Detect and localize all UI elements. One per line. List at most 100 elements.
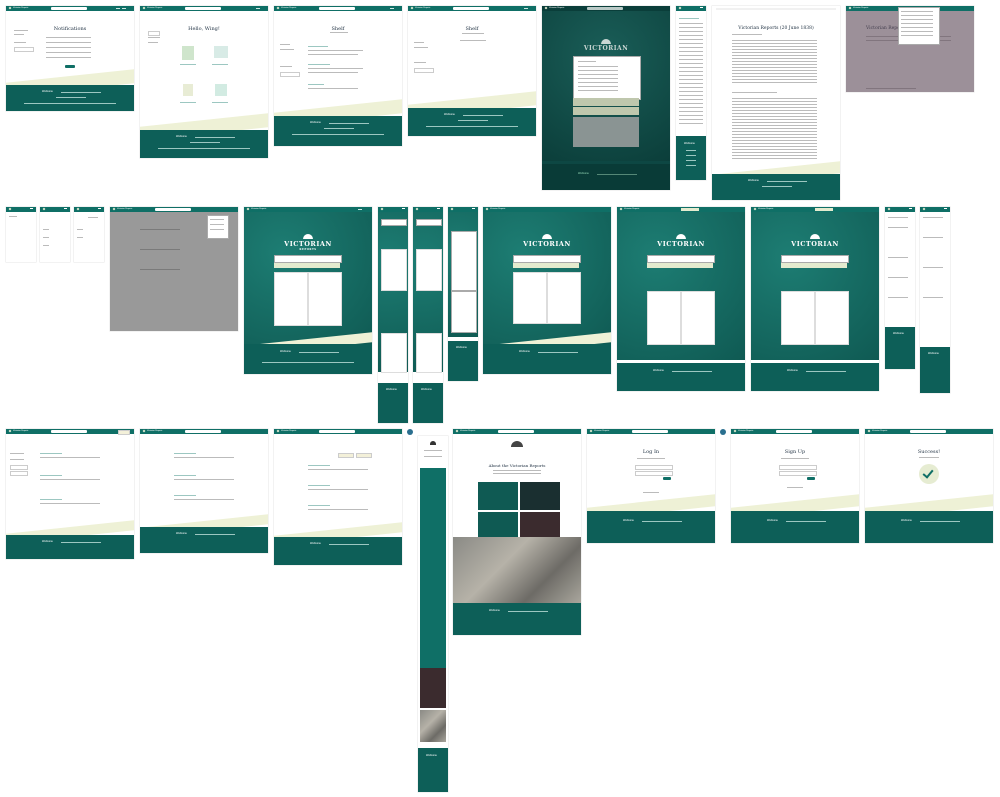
search-input[interactable]: [184, 7, 221, 10]
modal-list-item[interactable]: [578, 74, 618, 75]
search-input[interactable]: [497, 430, 534, 433]
result-title[interactable]: [40, 475, 62, 476]
brand-name[interactable]: Victorian Reports: [738, 430, 753, 433]
menu-item[interactable]: [43, 245, 49, 246]
list-item[interactable]: [888, 217, 908, 218]
hamburger-icon[interactable]: [909, 208, 912, 213]
menu-item[interactable]: [77, 237, 83, 238]
menu-item[interactable]: [9, 216, 17, 217]
dropdown-item[interactable]: [901, 15, 933, 16]
search-input[interactable]: [381, 219, 407, 226]
notification-row[interactable]: [46, 47, 91, 48]
modal-list-item[interactable]: [578, 70, 618, 71]
footer-links[interactable]: [299, 352, 339, 353]
brand-name[interactable]: Victorian Reports: [13, 7, 28, 10]
footer-links[interactable]: [329, 123, 369, 124]
brand-name[interactable]: Victorian Reports: [281, 430, 296, 433]
list-item[interactable]: [888, 227, 908, 228]
result-title[interactable]: [308, 46, 328, 47]
notification-row[interactable]: [46, 37, 91, 38]
publisher-logo[interactable]: Wellcome: [310, 542, 321, 545]
publisher-logo[interactable]: Wellcome: [623, 519, 634, 522]
brand-name[interactable]: Victorian Reports: [251, 208, 266, 211]
result-title[interactable]: [174, 495, 196, 496]
sidebar-item[interactable]: [280, 66, 292, 67]
hamburger-icon[interactable]: [30, 208, 33, 213]
footer-links[interactable]: [329, 544, 369, 545]
footer-link[interactable]: [686, 160, 696, 161]
dropdown-item[interactable]: [210, 224, 224, 225]
gear-icon[interactable]: [720, 429, 726, 435]
login-link[interactable]: [787, 487, 803, 488]
footer-links[interactable]: [597, 174, 637, 175]
name-field[interactable]: [779, 465, 817, 470]
modal-list-item[interactable]: [578, 66, 618, 67]
filter-row[interactable]: [781, 263, 847, 268]
footer-links[interactable]: [786, 521, 826, 522]
user-menu[interactable]: [118, 430, 130, 435]
search-input[interactable]: [318, 430, 355, 433]
modal-dialog[interactable]: [573, 56, 641, 100]
search-input[interactable]: [452, 7, 489, 10]
brand-name[interactable]: Victorian Reports: [758, 208, 773, 211]
modal-list-item[interactable]: [578, 90, 618, 91]
publisher-logo[interactable]: Wellcome: [653, 369, 664, 372]
modal-list-item[interactable]: [578, 86, 618, 87]
search-input[interactable]: [909, 430, 946, 433]
search-input[interactable]: [274, 255, 342, 263]
publisher-logo[interactable]: Wellcome: [176, 532, 187, 535]
nav-link[interactable]: [116, 8, 120, 9]
result-title[interactable]: [308, 64, 330, 65]
publisher-logo[interactable]: Wellcome: [426, 754, 437, 757]
publisher-logo[interactable]: Wellcome: [489, 609, 500, 612]
dropdown-item[interactable]: [901, 11, 933, 12]
sidebar-item[interactable]: [148, 37, 160, 38]
brand-name[interactable]: Victorian Reports: [490, 208, 505, 211]
publisher-logo[interactable]: Wellcome: [280, 350, 291, 353]
footer-links[interactable]: [463, 115, 503, 116]
filter-row[interactable]: [274, 263, 340, 268]
email-field[interactable]: [635, 465, 673, 470]
menu-item[interactable]: [43, 237, 49, 238]
sidebar-item[interactable]: [148, 42, 158, 43]
publisher-logo[interactable]: Wellcome: [386, 388, 397, 391]
email-field[interactable]: [779, 471, 817, 476]
brand-name[interactable]: Victorian Reports: [624, 208, 639, 211]
filter-row[interactable]: [513, 263, 579, 268]
publisher-logo[interactable]: Wellcome: [519, 350, 530, 353]
sidebar-item[interactable]: [414, 42, 424, 43]
footer-link[interactable]: [686, 165, 696, 166]
sidebar-item[interactable]: [14, 30, 28, 31]
search-input[interactable]: [416, 219, 442, 226]
footer-links[interactable]: [195, 137, 235, 138]
result-title[interactable]: [308, 485, 330, 486]
filter-chip[interactable]: [338, 453, 354, 458]
sidebar-item[interactable]: [280, 49, 294, 50]
signup-link[interactable]: [643, 492, 659, 493]
login-button[interactable]: [663, 477, 671, 480]
hamburger-icon[interactable]: [944, 208, 947, 213]
list-item[interactable]: [923, 297, 943, 298]
result-title[interactable]: [308, 465, 330, 466]
nav-link[interactable]: [524, 8, 528, 9]
result-title[interactable]: [174, 475, 196, 476]
brand-name[interactable]: Victorian Reports: [415, 7, 430, 10]
gear-icon[interactable]: [407, 429, 413, 435]
brand-name[interactable]: Victorian Reports: [147, 7, 162, 10]
dropdown-item[interactable]: [901, 27, 933, 28]
filter-select[interactable]: [414, 68, 434, 73]
nav-link[interactable]: [122, 8, 126, 9]
dropdown-item[interactable]: [901, 35, 933, 36]
footer-links[interactable]: [806, 371, 846, 372]
modal-row[interactable]: [573, 98, 639, 106]
publisher-logo[interactable]: Wellcome: [444, 113, 455, 116]
notification-row[interactable]: [46, 57, 91, 58]
search-chip[interactable]: [681, 208, 699, 211]
search-input[interactable]: [318, 7, 355, 10]
footer-links[interactable]: [920, 521, 960, 522]
footer-links[interactable]: [672, 371, 712, 372]
publisher-logo[interactable]: Wellcome: [928, 352, 939, 355]
publisher-logo[interactable]: Wellcome: [893, 332, 904, 335]
modal-list-item[interactable]: [578, 78, 618, 79]
modal-list-item[interactable]: [578, 82, 618, 83]
